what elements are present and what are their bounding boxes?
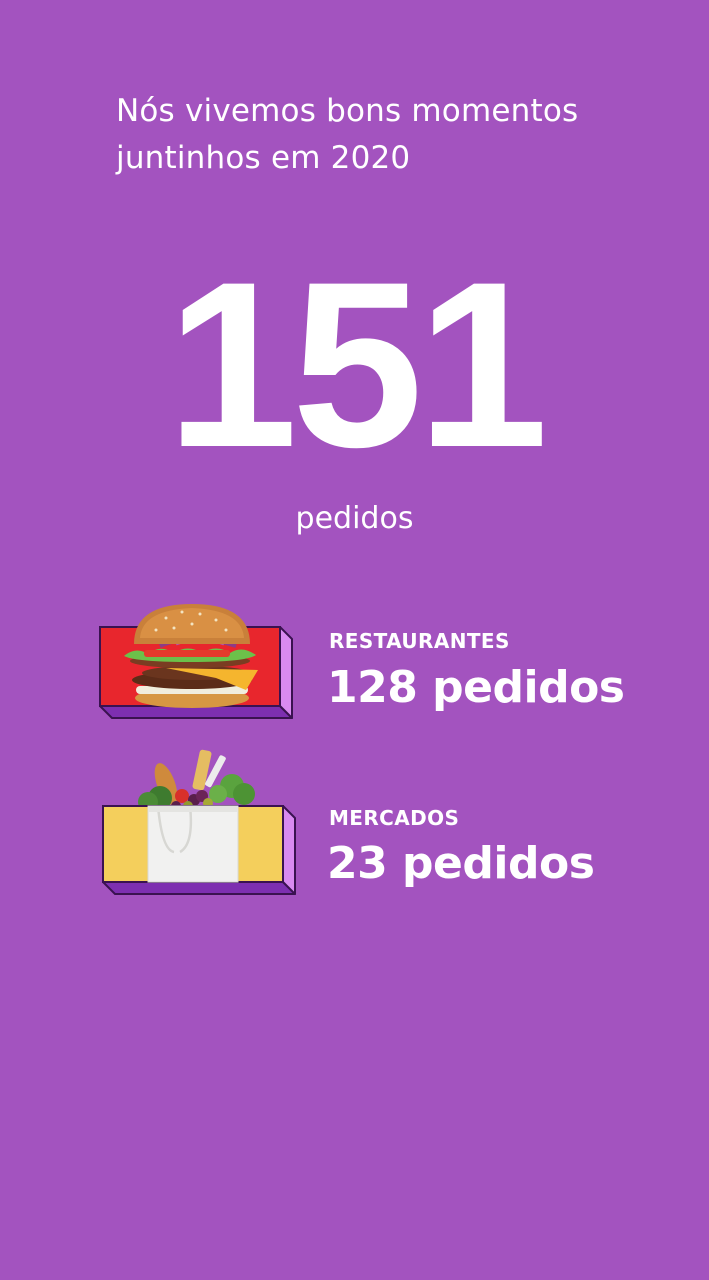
- markets-orders-value: 23 pedidos: [327, 838, 595, 889]
- intro-line-1: Nós vivemos bons momentos: [116, 93, 579, 129]
- total-orders-number: 151: [166, 233, 549, 497]
- restaurants-orders-value: 128 pedidos: [327, 662, 625, 713]
- total-orders-unit: pedidos: [295, 501, 414, 536]
- intro-text: Nós vivemos bons momentos juntinhos em 2…: [116, 88, 596, 182]
- intro-line-2: juntinhos em 2020: [116, 140, 411, 176]
- story-screen: Nós vivemos bons momentos juntinhos em 2…: [0, 0, 709, 1280]
- restaurants-label: RESTAURANTES: [329, 629, 510, 653]
- burger-icon: [99, 604, 293, 719]
- markets-label: MERCADOS: [329, 806, 460, 830]
- grocery-bag-icon: [102, 749, 296, 895]
